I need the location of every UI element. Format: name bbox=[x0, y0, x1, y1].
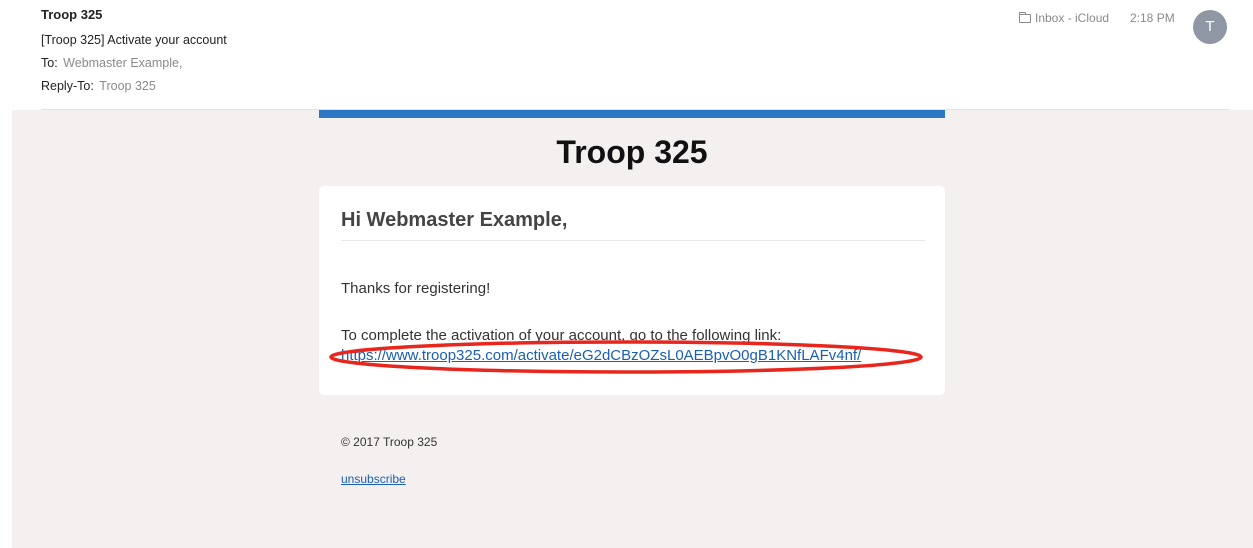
brand-accent-bar bbox=[319, 110, 945, 118]
thanks-text: Thanks for registering! bbox=[341, 280, 491, 297]
email-body: Troop 325 Hi Webmaster Example, Thanks f… bbox=[12, 110, 1253, 548]
to-row: To: Webmaster Example, bbox=[41, 56, 182, 70]
activation-instructions: To complete the activation of your accou… bbox=[341, 327, 782, 344]
unsubscribe-link[interactable]: unsubscribe bbox=[341, 472, 406, 486]
avatar: T bbox=[1193, 10, 1227, 44]
brand-title: Troop 325 bbox=[556, 134, 708, 170]
mailbox-indicator[interactable]: Inbox - iCloud bbox=[1019, 11, 1109, 25]
folder-icon bbox=[1019, 12, 1031, 23]
reply-to-value[interactable]: Troop 325 bbox=[99, 79, 156, 93]
email-header: Troop 325 [Troop 325] Activate your acco… bbox=[0, 0, 1253, 110]
email-subject: [Troop 325] Activate your account bbox=[41, 33, 227, 47]
copyright-text: © 2017 Troop 325 bbox=[341, 435, 438, 449]
to-label: To: bbox=[41, 56, 58, 70]
sender-name: Troop 325 bbox=[41, 7, 103, 22]
email-viewer: Troop 325 [Troop 325] Activate your acco… bbox=[0, 0, 1253, 548]
reply-to-row: Reply-To: Troop 325 bbox=[41, 79, 156, 93]
card-divider bbox=[341, 240, 925, 241]
greeting: Hi Webmaster Example, bbox=[341, 209, 568, 231]
mailbox-label: Inbox - iCloud bbox=[1035, 11, 1110, 25]
message-card: Hi Webmaster Example, Thanks for registe… bbox=[319, 186, 945, 395]
activation-link[interactable]: https://www.troop325.com/activate/eG2dCB… bbox=[341, 347, 861, 364]
received-time: 2:18 PM bbox=[1130, 11, 1175, 25]
reply-to-label: Reply-To: bbox=[41, 79, 94, 93]
to-value[interactable]: Webmaster Example, bbox=[63, 56, 182, 70]
